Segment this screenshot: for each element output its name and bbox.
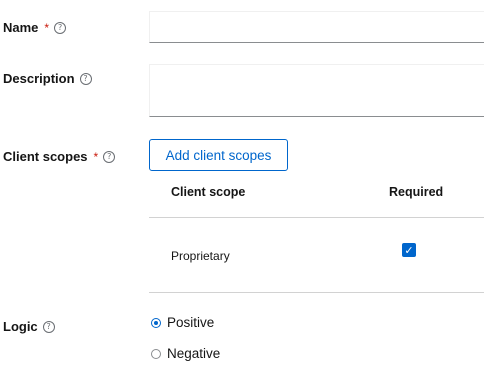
client-scopes-label: Client scopes * ?: [3, 149, 116, 164]
description-help-icon[interactable]: ?: [79, 72, 92, 85]
description-label: Description ?: [3, 71, 92, 86]
add-client-scopes-button[interactable]: Add client scopes: [149, 139, 288, 171]
name-input[interactable]: [149, 11, 484, 43]
required-checkbox[interactable]: ✓: [402, 243, 416, 257]
radio-negative[interactable]: [151, 348, 161, 359]
radio-positive-label: Positive: [167, 315, 215, 330]
checkmark-icon: ✓: [404, 243, 414, 257]
description-label-text: Description: [3, 71, 75, 86]
logic-label-text: Logic: [3, 319, 38, 334]
name-help-icon[interactable]: ?: [54, 21, 67, 34]
client-scopes-label-text: Client scopes: [3, 149, 88, 164]
radio-positive[interactable]: [151, 317, 161, 328]
column-header-client-scope: Client scope: [171, 185, 246, 199]
name-required-mark: *: [44, 20, 50, 35]
column-header-required: Required: [389, 185, 444, 199]
logic-option-positive[interactable]: Positive: [151, 315, 214, 330]
name-label-text: Name: [3, 20, 39, 35]
description-textarea[interactable]: [149, 64, 484, 117]
logic-label: Logic ?: [3, 319, 55, 334]
logic-help-icon[interactable]: ?: [42, 320, 55, 333]
table-row-divider: [149, 292, 484, 293]
table-header-divider: [149, 217, 484, 218]
name-label: Name * ?: [3, 20, 67, 35]
client-scopes-required-mark: *: [93, 149, 99, 164]
logic-option-negative[interactable]: Negative: [151, 346, 220, 361]
radio-negative-label: Negative: [167, 346, 221, 361]
client-scopes-help-icon[interactable]: ?: [103, 150, 116, 163]
client-scope-cell: Proprietary: [171, 249, 230, 263]
